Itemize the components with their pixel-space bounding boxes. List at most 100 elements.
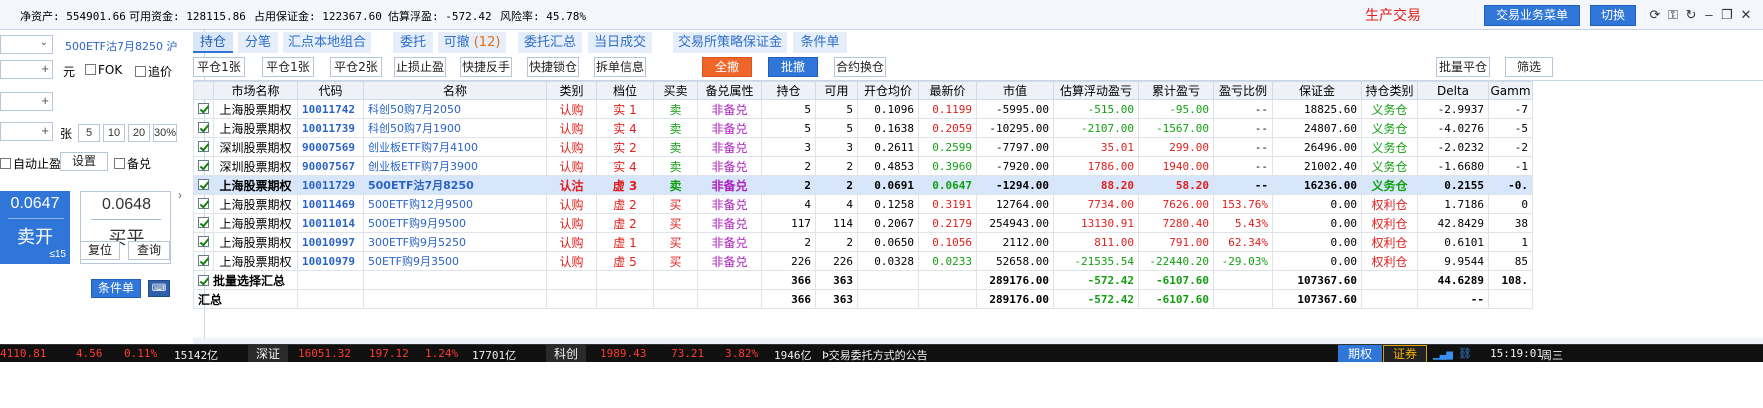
sell-open-button[interactable]: 0.0647 卖开 ≤15 [0, 191, 70, 264]
batch-cancel-button[interactable]: 批撤 [768, 57, 818, 77]
quantity-input[interactable]: + [0, 92, 53, 111]
column-header[interactable]: 市场名称 [213, 81, 298, 100]
tab-conditional[interactable]: 条件单 [793, 32, 847, 53]
keyboard-icon[interactable]: ⌨ [148, 280, 170, 297]
minimize-icon[interactable]: – [1701, 7, 1717, 23]
fok-checkbox[interactable]: FOK [85, 63, 122, 77]
table-row[interactable]: 上海股票期权 10011729 500ETF沽7月8250 认沽虚 3 卖非备兑 2 2 0.… [193, 175, 1533, 195]
column-header[interactable]: 盈亏比例 [1213, 81, 1273, 100]
tab-positions[interactable]: 持仓 [193, 32, 233, 53]
restore-icon[interactable]: ❐ [1719, 7, 1735, 23]
row-checkbox-cell[interactable] [193, 118, 214, 138]
switch-button[interactable]: 切换 [1590, 5, 1636, 26]
tab-cancelable[interactable]: 可撤 (12) [438, 32, 506, 53]
price-input[interactable]: + [0, 60, 53, 79]
plus-icon[interactable]: + [41, 61, 49, 76]
qty-chip-5[interactable]: 5 [78, 124, 100, 142]
cancel-all-button[interactable]: 全撤 [702, 57, 752, 77]
checkbox-icon[interactable] [198, 254, 209, 266]
securities-tab[interactable]: 证券 [1383, 345, 1427, 363]
settings-button[interactable]: 设置 [60, 152, 108, 171]
options-tab[interactable]: 期权 [1338, 345, 1382, 363]
table-row[interactable]: 上海股票期权 10011014 500ETF购9月9500 认购虚 2 买非备兑 117 1… [193, 213, 1533, 233]
checkbox-icon[interactable] [198, 197, 209, 209]
checkbox-icon[interactable] [198, 235, 209, 247]
conditional-order-button[interactable]: 条件单 [91, 279, 141, 298]
checkbox-icon[interactable] [198, 216, 209, 228]
refresh-icon[interactable]: ⟳ [1647, 7, 1663, 23]
row-checkbox-cell[interactable] [193, 232, 214, 252]
close-2-button[interactable]: 平仓2张 [330, 57, 382, 77]
column-header[interactable]: 名称 [363, 81, 547, 100]
checkbox-icon[interactable] [198, 159, 209, 171]
contract-name[interactable]: 500ETF沽7月8250 沪 [65, 38, 177, 54]
auto-stop-checkbox[interactable]: 自动止盈 [0, 155, 61, 172]
column-header[interactable]: 估算浮动盈亏 [1053, 81, 1139, 100]
close-1b-button[interactable]: 平仓1张 [262, 57, 314, 77]
column-header[interactable]: 买卖 [653, 81, 698, 100]
row-checkbox-cell[interactable] [193, 194, 214, 214]
checkbox-icon[interactable] [135, 66, 146, 77]
close-icon[interactable]: ✕ [1738, 7, 1754, 23]
checkbox-icon[interactable] [198, 102, 209, 114]
column-header[interactable]: 持仓类别 [1361, 81, 1418, 100]
tab-order-summary[interactable]: 委托汇总 [518, 32, 582, 53]
quick-lock-button[interactable]: 快捷锁仓 [527, 57, 579, 77]
column-header[interactable]: Delta [1417, 81, 1489, 100]
row-checkbox-cell[interactable] [193, 156, 214, 176]
column-header[interactable] [193, 81, 214, 100]
checkbox-icon[interactable] [85, 64, 96, 75]
column-header[interactable]: 最新价 [918, 81, 977, 100]
column-header[interactable]: 代码 [297, 81, 364, 100]
batch-close-button[interactable]: 批量平仓 [1436, 57, 1490, 77]
column-header[interactable]: 类别 [546, 81, 597, 100]
kc-label[interactable]: 科创 [546, 345, 587, 363]
sz-label[interactable]: 深证 [248, 345, 289, 363]
checkbox-icon[interactable] [198, 274, 209, 286]
row-checkbox-cell[interactable] [193, 137, 214, 157]
plus-icon[interactable]: + [41, 123, 49, 138]
notice-scroll[interactable]: Þ交易委托方式的公告 [822, 347, 928, 363]
checkbox-icon[interactable] [114, 158, 125, 169]
collapse-panel-icon[interactable]: › [178, 188, 182, 202]
column-header[interactable]: 持仓 [761, 81, 816, 100]
row-checkbox-cell[interactable] [193, 251, 214, 271]
contract-swap-button[interactable]: 合约换仓 [834, 57, 886, 77]
plus-icon[interactable]: + [41, 93, 49, 108]
table-row[interactable]: 上海股票期权 10010997 300ETF购9月5250 认购虚 1 买非备兑 2 2 0.… [193, 232, 1533, 252]
table-row[interactable]: 上海股票期权 10011469 500ETF购12月9500 认购虚 2 买非备兑 4 4 0… [193, 194, 1533, 214]
quick-reverse-button[interactable]: 快捷反手 [460, 57, 512, 77]
qty-chip-30pct[interactable]: 30% [153, 124, 177, 142]
column-header[interactable]: 保证金 [1272, 81, 1362, 100]
summary-label[interactable]: 批量选择汇总 [193, 270, 298, 290]
checkbox-icon[interactable] [0, 158, 11, 169]
column-header[interactable]: Gamm [1488, 81, 1533, 100]
column-header[interactable]: 市值 [976, 81, 1054, 100]
chase-price-checkbox[interactable]: 追价 [135, 63, 172, 80]
column-header[interactable]: 开仓均价 [857, 81, 919, 100]
tab-local-combo[interactable]: 汇点本地组合 [283, 32, 371, 53]
table-row[interactable]: 上海股票期权 10011739 科创50购7月1900 认购实 4 卖非备兑 5 5 0.16… [193, 118, 1533, 138]
account-select[interactable]: ⌄ [0, 35, 53, 54]
stop-loss-button[interactable]: 止损止盈 [394, 57, 446, 77]
column-header[interactable]: 可用 [815, 81, 858, 100]
split-info-button[interactable]: 拆单信息 [594, 57, 646, 77]
column-header[interactable]: 备兑属性 [697, 81, 762, 100]
lock-icon[interactable]: ⚿ [1665, 7, 1681, 23]
checkbox-icon[interactable] [198, 121, 209, 133]
tab-ticks[interactable]: 分笔 [238, 32, 278, 53]
column-header[interactable]: 累计盈亏 [1138, 81, 1214, 100]
reset-button[interactable]: 复位 [80, 241, 120, 260]
row-checkbox-cell[interactable] [193, 175, 214, 195]
table-row[interactable]: 深圳股票期权 90007567 创业板ETF购7月3900 认购实 4 卖非备兑 2 2 0.… [193, 156, 1533, 176]
table-row[interactable]: 深圳股票期权 90007569 创业板ETF购7月4100 认购实 2 卖非备兑 3 3 0.… [193, 137, 1533, 157]
qty-chip-10[interactable]: 10 [103, 124, 125, 142]
checkbox-icon[interactable] [198, 178, 209, 190]
row-checkbox-cell[interactable] [193, 213, 214, 233]
cycle-icon[interactable]: ↻ [1683, 7, 1699, 23]
filter-button[interactable]: 筛选 [1505, 57, 1553, 77]
checkbox-icon[interactable] [198, 140, 209, 152]
quantity-stepper[interactable]: + [0, 122, 53, 141]
tab-orders[interactable]: 委托 [393, 32, 433, 53]
table-row[interactable]: 上海股票期权 10010979 50ETF购9月3500 认购虚 5 买非备兑 226 22… [193, 251, 1533, 271]
